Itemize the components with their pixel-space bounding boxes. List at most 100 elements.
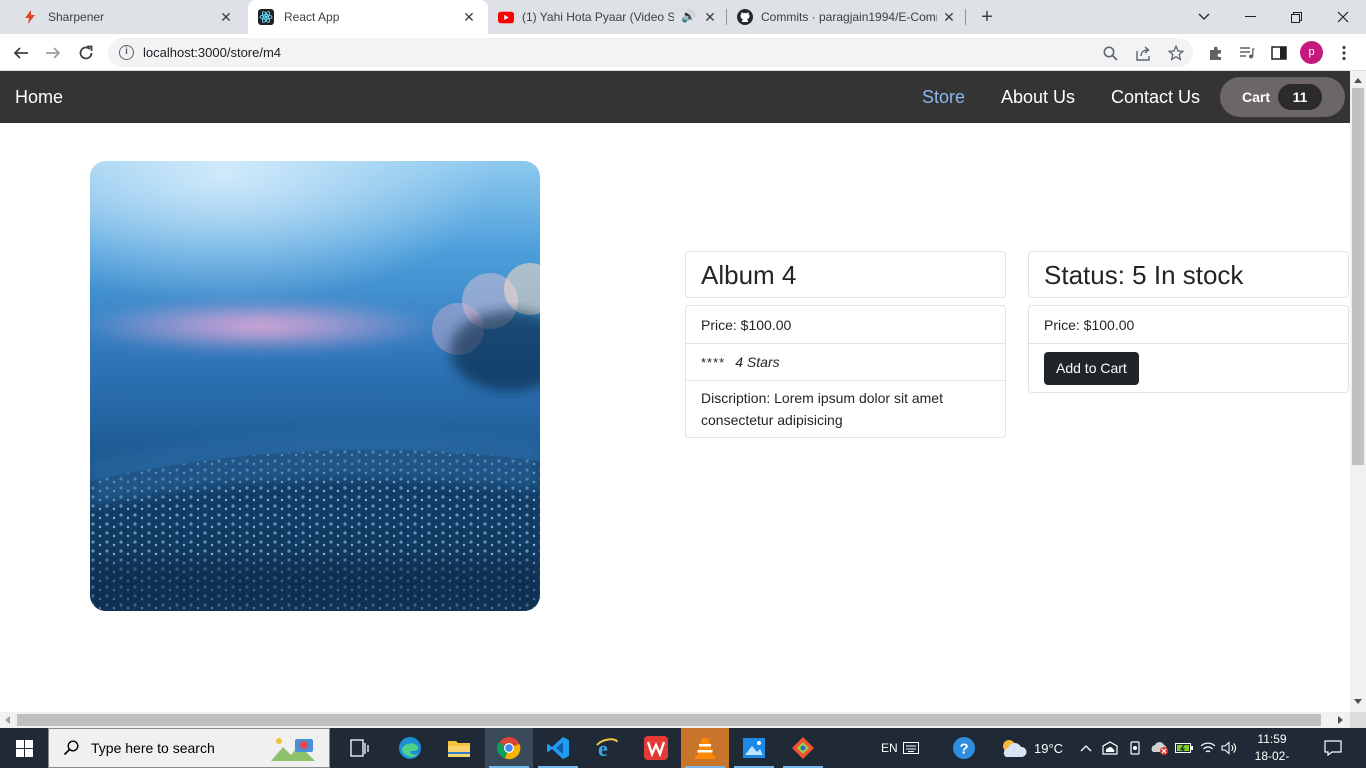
vertical-scrollbar[interactable] [1350,71,1366,712]
reload-icon[interactable] [73,40,99,66]
price-text: Price: $100.00 [701,316,792,333]
wifi-icon[interactable] [1200,728,1216,768]
nav-store-link[interactable]: Store [922,87,965,108]
github-logo-icon [737,9,753,25]
profile-avatar[interactable]: p [1300,41,1323,64]
cart-label: Cart [1242,89,1271,105]
git-gui-icon[interactable] [779,728,827,768]
album-title: Album 4 [701,260,797,290]
browser-tab-strip: Sharpener ✕ React App ✕ (1) Yahi Hota Py… [0,0,1366,34]
keyboard-icon[interactable] [903,728,919,768]
album-cover-image [90,161,540,611]
add-to-cart-row: Add to Cart [1029,343,1348,392]
horizontal-scroll-thumb[interactable] [17,714,1321,726]
stock-status: Status: 5 In stock [1044,260,1244,290]
windows-start-icon[interactable] [0,728,48,768]
weather-cloud-icon[interactable] [1000,728,1028,768]
tab-close-icon[interactable]: ✕ [702,9,718,25]
add-to-cart-button[interactable]: Add to Cart [1044,351,1139,385]
svg-text:?: ? [960,741,969,758]
task-view-icon[interactable] [336,728,384,768]
side-panel-icon[interactable] [1266,40,1292,66]
notifications-icon[interactable] [1324,728,1342,768]
tab-search-chevron-icon[interactable] [1181,0,1227,34]
edge-icon[interactable] [386,728,434,768]
nav-contact-link[interactable]: Contact Us [1111,87,1200,108]
windows-taskbar: Type here to search e EN ? 19°C 11:59 18… [0,728,1366,780]
tab-separator [965,9,966,25]
scroll-left-arrow-icon[interactable] [5,716,10,724]
onedrive-icon[interactable] [1102,728,1118,768]
horizontal-scrollbar[interactable] [0,712,1350,728]
app-navbar: Home Store About Us Contact Us Cart 11 [0,71,1350,123]
search-icon [63,740,79,756]
tray-device-icon[interactable] [1128,728,1142,768]
address-bar[interactable]: i localhost:3000/store/m4 [108,38,1193,67]
cart-count-badge: 11 [1278,84,1323,110]
bookmark-star-icon[interactable] [1167,44,1185,62]
vscode-icon[interactable] [534,728,582,768]
tab-close-icon[interactable]: ✕ [941,9,957,25]
url-text[interactable]: localhost:3000/store/m4 [143,45,281,60]
tab-github[interactable]: Commits · paragjain1994/E-Comm ✕ [727,0,965,34]
album-title-card: Album 4 [685,251,1006,298]
tab-title: Sharpener [48,10,105,24]
speaker-icon[interactable]: 🔊 [681,9,696,23]
rating-stars: **** [701,354,726,370]
sharpener-logo-icon [22,9,38,25]
nav-about-link[interactable]: About Us [1001,87,1075,108]
nav-home-link[interactable]: Home [15,87,63,108]
scrollbar-corner [1350,712,1366,728]
tab-title: (1) Yahi Hota Pyaar (Video So [522,10,674,24]
media-queue-icon[interactable] [1234,40,1260,66]
taskbar-search-box[interactable]: Type here to search [48,728,330,768]
language-indicator[interactable]: EN [881,728,898,768]
kebab-menu-icon[interactable] [1331,40,1357,66]
new-tab-plus-icon[interactable]: + [976,6,998,28]
clock-date: 18-02-2023 [1254,749,1290,780]
taskbar-clock[interactable]: 11:59 18-02-2023 [1244,731,1300,782]
restore-icon[interactable] [1273,0,1319,34]
tab-youtube[interactable]: (1) Yahi Hota Pyaar (Video So 🔊 ✕ [488,0,726,34]
battery-charging-icon[interactable] [1175,728,1193,768]
zoom-magnifier-icon[interactable] [1101,44,1119,62]
cloud-sync-off-icon[interactable] [1150,728,1170,768]
share-icon[interactable] [1135,44,1153,62]
youtube-logo-icon [498,9,514,25]
purchase-list: Price: $100.00 Add to Cart [1028,305,1349,393]
cart-button[interactable]: Cart 11 [1220,77,1345,117]
wps-office-icon[interactable] [632,728,680,768]
price-row: Price: $100.00 [686,306,1005,343]
browser-toolbar: i localhost:3000/store/m4 p [0,34,1366,71]
minimize-icon[interactable] [1227,0,1273,34]
scroll-up-arrow-icon[interactable] [1354,78,1362,83]
scroll-down-arrow-icon[interactable] [1354,699,1362,704]
back-arrow-icon[interactable] [8,40,34,66]
tab-close-icon[interactable]: ✕ [461,9,477,25]
internet-explorer-icon[interactable]: e [583,728,631,768]
product-page: Album 4 Price: $100.00 **** 4 Stars Disc… [0,123,1350,712]
price-text-right: Price: $100.00 [1044,316,1135,333]
search-highlight-icon [269,735,317,763]
forward-arrow-icon[interactable] [40,40,66,66]
scroll-right-arrow-icon[interactable] [1338,716,1343,724]
close-window-icon[interactable] [1320,0,1366,34]
help-icon[interactable]: ? [952,728,976,768]
site-info-icon[interactable]: i [119,45,134,60]
volume-icon[interactable] [1221,728,1237,768]
chrome-icon[interactable] [485,728,533,768]
file-explorer-icon[interactable] [435,728,483,768]
vlc-icon[interactable] [681,728,729,768]
weather-temp[interactable]: 19°C [1034,728,1063,768]
price-row-right: Price: $100.00 [1029,306,1348,343]
tab-title: Commits · paragjain1994/E-Comm [761,10,937,24]
clock-time: 11:59 [1257,732,1287,746]
vertical-scroll-thumb[interactable] [1352,88,1364,465]
tab-sharpener[interactable]: Sharpener ✕ [8,0,244,34]
tray-chevron-up-icon[interactable] [1080,728,1092,768]
extensions-puzzle-icon[interactable] [1203,40,1229,66]
tab-react-app[interactable]: React App ✕ [248,0,488,34]
tab-close-icon[interactable]: ✕ [218,9,234,25]
photos-icon[interactable] [730,728,778,768]
rating-row: **** 4 Stars [686,343,1005,380]
